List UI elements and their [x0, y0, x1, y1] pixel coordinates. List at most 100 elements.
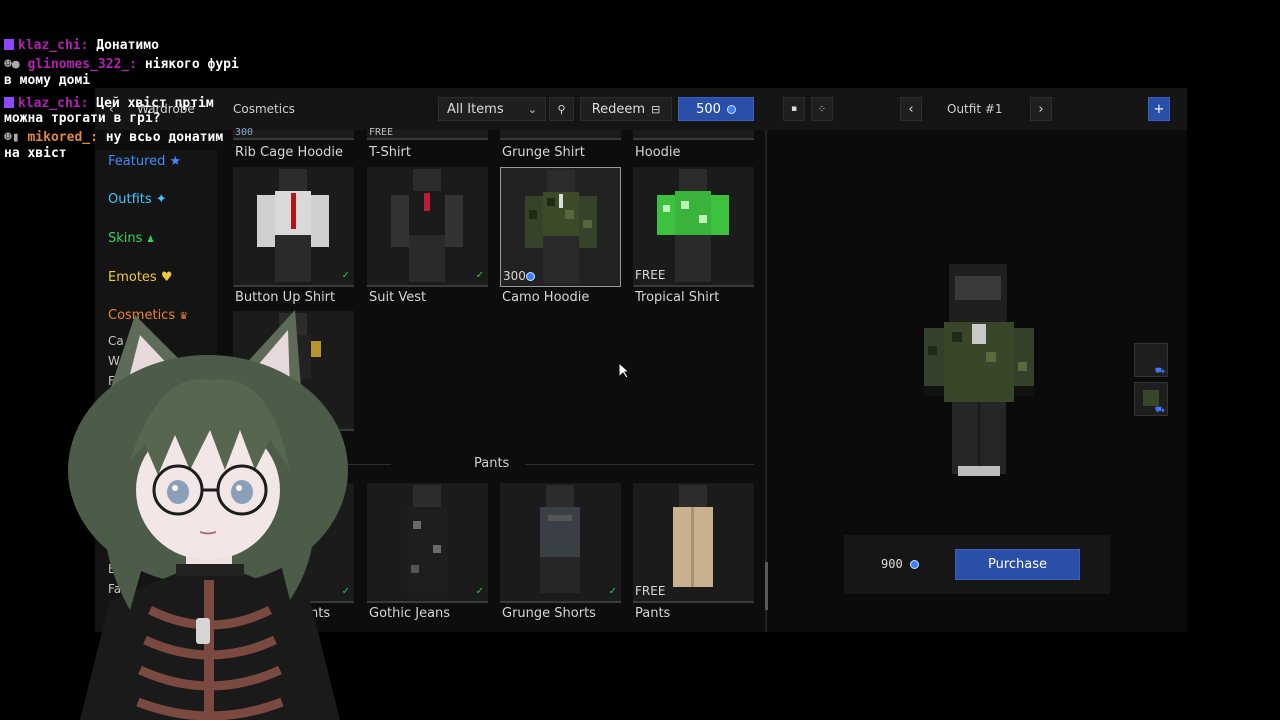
owned-check-icon: ✓ — [342, 268, 349, 281]
single-view-button[interactable]: ▪ — [783, 97, 805, 121]
filter-label: All Items — [447, 101, 504, 117]
item-tile-grunge-shorts[interactable]: ✓ — [500, 483, 621, 603]
cart-icon: ⛟ — [1154, 405, 1165, 414]
twitch-badge-icon — [4, 39, 14, 50]
owned-check-icon: ✓ — [476, 584, 483, 597]
redeem-label: Redeem — [591, 101, 646, 117]
total-price: 900 — [881, 557, 919, 571]
sidebar-item-label: Skins — [108, 231, 143, 246]
equipped-slot-pants[interactable]: ⛟ — [1134, 343, 1168, 377]
item-tile-pants[interactable]: FREE — [633, 483, 754, 603]
chevron-left-icon: ‹ — [908, 101, 914, 117]
sidebar-item-outfits[interactable]: Outfits ✦ — [108, 192, 167, 207]
item-tile-camo-hoodie[interactable]: 300 — [500, 167, 621, 287]
breadcrumb-cosmetics[interactable]: Cosmetics — [233, 102, 295, 116]
chevron-down-icon: ⌄ — [527, 102, 537, 116]
item-label: Button Up Shirt — [235, 290, 336, 305]
chat-username: glinomes_322_: — [27, 57, 138, 72]
item-tile-suit-vest[interactable]: ✓ — [367, 167, 488, 287]
tile-top-partial[interactable]: FREE — [367, 127, 488, 140]
owned-check-icon: ✓ — [476, 268, 483, 281]
sidebar-item-label: Outfits — [108, 192, 152, 207]
chat-text: ніякого фурі — [144, 57, 239, 72]
item-label: Grunge Shorts — [502, 606, 596, 621]
purchase-button[interactable]: Purchase — [955, 549, 1080, 580]
item-label: Rib Cage Hoodie — [235, 145, 343, 160]
item-label: Grunge Shirt — [502, 145, 585, 160]
section-divider — [525, 464, 754, 465]
sidebar-item-featured[interactable]: Featured ★ — [108, 154, 181, 169]
redeem-button[interactable]: Redeem ⊟ — [580, 97, 672, 121]
chat-username: klaz_chi: — [18, 96, 89, 111]
prev-outfit-button[interactable]: ‹ — [900, 97, 922, 121]
scrollbar-thumb[interactable] — [765, 562, 768, 610]
chat-message: klaz_chi: Донатимо — [4, 38, 159, 53]
tile-top-partial[interactable] — [633, 130, 754, 140]
item-tile-button-up-shirt[interactable]: ✓ — [233, 167, 354, 287]
purchase-bar: 900 Purchase — [844, 535, 1110, 594]
add-outfit-button[interactable]: + — [1148, 97, 1170, 121]
mod-badge-icon: ☻● — [4, 57, 28, 72]
search-button[interactable]: ⚲ — [549, 97, 574, 121]
camo-thumb — [1143, 390, 1159, 406]
item-label: Camo Hoodie — [502, 290, 590, 305]
total-price-value: 900 — [881, 557, 903, 571]
tile-top-partial[interactable]: 300 — [233, 127, 354, 140]
coin-amount: 500 — [696, 101, 721, 117]
chat-message: в мому домі — [4, 73, 90, 88]
owned-check-icon: ✓ — [609, 584, 616, 597]
equipped-slot-shirt[interactable]: ⛟ — [1134, 382, 1168, 416]
filter-dropdown[interactable]: All Items ⌄ — [438, 97, 546, 121]
star-icon: ★ — [169, 154, 182, 169]
item-label: Gothic Jeans — [369, 606, 451, 621]
coin-icon — [525, 272, 535, 281]
camo-hoodie-preview — [525, 170, 597, 283]
coin-icon — [726, 104, 736, 114]
chat-message: klaz_chi: Цей хвіст пртім — [4, 96, 214, 111]
top-bar: ‹ Wardrobe Cosmetics All Items ⌄ ⚲ Redee… — [95, 88, 1187, 130]
tile-top-partial[interactable] — [500, 130, 621, 140]
search-icon: ⚲ — [557, 102, 566, 116]
grid-view-button[interactable]: ⁘ — [811, 97, 833, 121]
item-label: Tropical Shirt — [635, 290, 720, 305]
player-model-preview — [924, 264, 1034, 476]
free-tag: FREE — [369, 127, 394, 138]
sidebar-item-label: Featured — [108, 154, 166, 169]
suit-vest-preview — [391, 169, 463, 282]
purchase-label: Purchase — [987, 557, 1048, 572]
sidebar-item-emotes[interactable]: Emotes ♥ — [108, 270, 173, 285]
section-title-pants: Pants — [474, 456, 510, 471]
chat-text: в мому домі — [4, 73, 91, 88]
chat-username: klaz_chi: — [18, 38, 89, 53]
gothic-jeans-preview — [407, 485, 447, 593]
item-label: Suit Vest — [369, 290, 427, 305]
button-up-shirt-preview — [257, 169, 329, 282]
price-value: 300 — [503, 269, 526, 283]
price-tag: 300 — [235, 127, 254, 138]
item-label: T-Shirt — [369, 145, 411, 160]
chat-message: можна трогати в грі? — [4, 111, 161, 126]
sidebar-item-skins[interactable]: Skins ♟ — [108, 231, 155, 246]
ticket-icon: ⊟ — [651, 102, 661, 116]
chevron-right-icon: › — [1038, 101, 1044, 117]
person-icon: ♟ — [146, 235, 155, 245]
single-view-icon: ▪ — [790, 104, 798, 114]
shirt-icon: ✦ — [155, 192, 167, 207]
coin-balance[interactable]: 500 — [678, 97, 754, 121]
coin-icon — [909, 560, 919, 569]
next-outfit-button[interactable]: › — [1030, 97, 1052, 121]
item-tile-gothic-jeans[interactable]: ✓ — [367, 483, 488, 603]
chat-text: можна трогати в грі? — [4, 111, 161, 126]
mod-badge-icon: ☻▮ — [4, 130, 28, 145]
grunge-shorts-preview — [540, 485, 580, 593]
chat-text: ну всьо донатим — [105, 130, 224, 145]
outfit-preview-panel: ⛟ ⛟ 900 Purchase — [769, 130, 1187, 632]
twitch-badge-icon — [4, 97, 14, 108]
chat-text: Цей хвіст пртім — [96, 96, 214, 111]
item-label: Pants — [635, 606, 671, 621]
item-tile-tropical-shirt[interactable]: FREE — [633, 167, 754, 287]
outfit-title: Outfit #1 — [947, 102, 1003, 116]
chat-text: на хвіст — [4, 146, 67, 161]
chat-username: mikored_: — [27, 130, 98, 145]
plus-icon: + — [1153, 101, 1165, 117]
